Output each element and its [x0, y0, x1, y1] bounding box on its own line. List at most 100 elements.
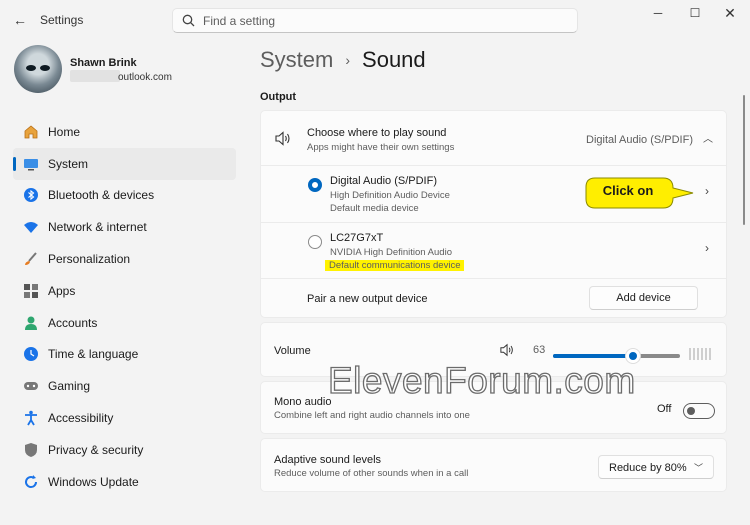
mono-audio-title: Mono audio	[274, 396, 332, 408]
search-icon	[182, 14, 195, 27]
speaker-icon	[275, 131, 290, 146]
meter-bar	[701, 348, 703, 360]
sidebar-item-privacy-security[interactable]: Privacy & security	[13, 434, 236, 466]
user-name: Shawn Brink	[70, 57, 137, 69]
sidebar-item-label: Network & internet	[48, 220, 147, 235]
device-radio-selected[interactable]	[308, 178, 322, 192]
volume-slider[interactable]	[553, 348, 680, 364]
sidebar-item-system[interactable]: System	[13, 147, 236, 180]
sidebar-item-network[interactable]: Network & internet	[13, 211, 236, 243]
device-name: Digital Audio (S/PDIF)	[330, 175, 437, 187]
click-on-callout: Click on	[585, 177, 695, 209]
maximize-icon[interactable]: ☐	[685, 5, 705, 21]
chevron-up-icon[interactable]: ︿	[703, 130, 713, 145]
output-device-row[interactable]: LC27G7xT NVIDIA High Definition Audio De…	[261, 223, 726, 278]
sidebar-item-label: Windows Update	[48, 474, 139, 489]
sidebar-nav: Home System Bluetooth & devices Network …	[13, 116, 236, 498]
sidebar-item-label: Time & language	[48, 347, 139, 362]
mono-audio-subtitle: Combine left and right audio channels in…	[274, 410, 470, 421]
bluetooth-icon	[23, 187, 39, 203]
sidebar-item-gaming[interactable]: Gaming	[13, 370, 236, 402]
sidebar-item-label: Bluetooth & devices	[48, 188, 155, 203]
sidebar-item-accessibility[interactable]: Accessibility	[13, 402, 236, 434]
wifi-icon	[23, 219, 39, 235]
clock-globe-icon	[23, 346, 39, 362]
sidebar-item-bluetooth[interactable]: Bluetooth & devices	[13, 180, 236, 212]
device-name: LC27G7xT	[330, 232, 384, 244]
adaptive-sound-card: Adaptive sound levels Reduce volume of o…	[260, 438, 727, 492]
breadcrumb-root[interactable]: System	[260, 47, 333, 73]
pair-device-label: Pair a new output device	[307, 293, 428, 305]
meter-bar	[697, 348, 699, 360]
search-box[interactable]	[172, 8, 578, 33]
choose-output-title: Choose where to play sound	[307, 127, 447, 139]
meter-bar	[709, 348, 711, 360]
volume-level-meter	[689, 348, 711, 360]
chevron-right-icon[interactable]: ›	[705, 184, 709, 198]
accounts-icon	[23, 315, 39, 331]
mono-audio-state: Off	[657, 403, 672, 415]
volume-label: Volume	[274, 345, 311, 357]
device-role: Default communications device	[325, 260, 465, 271]
search-input[interactable]	[203, 12, 563, 30]
gamepad-icon	[23, 378, 39, 394]
title-bar: ← Settings ─ ☐ ✕	[0, 0, 750, 40]
sidebar-item-label: Accessibility	[48, 411, 114, 426]
choose-output-row[interactable]: Choose where to play sound Apps might ha…	[261, 111, 726, 165]
page-title: Sound	[362, 47, 426, 72]
avatar-eye	[26, 65, 36, 71]
callout-text: Click on	[602, 183, 654, 198]
sidebar-item-personalization[interactable]: Personalization	[13, 243, 236, 275]
sidebar-item-label: Privacy & security	[48, 442, 144, 457]
close-icon[interactable]: ✕	[720, 5, 740, 21]
adaptive-sound-dropdown[interactable]: Reduce by 80% ﹀	[598, 455, 714, 479]
device-description: High Definition Audio Device	[330, 190, 450, 201]
app-title: Settings	[40, 13, 84, 27]
back-arrow-icon[interactable]: ←	[10, 10, 30, 30]
minimize-icon[interactable]: ─	[648, 5, 668, 21]
meter-bar	[693, 348, 695, 360]
sidebar-item-label: Apps	[48, 283, 76, 298]
breadcrumb: System › Sound	[260, 47, 426, 73]
avatar[interactable]	[14, 45, 62, 93]
system-icon	[23, 156, 39, 172]
sidebar-item-home[interactable]: Home	[13, 116, 236, 148]
speaker-icon[interactable]	[500, 343, 515, 357]
volume-value: 63	[533, 344, 546, 356]
add-device-button[interactable]: Add device	[589, 286, 698, 310]
apps-icon	[23, 283, 39, 299]
watermark: ElevenForum.com	[327, 359, 636, 401]
device-radio-unselected[interactable]	[308, 235, 322, 249]
output-card: Choose where to play sound Apps might ha…	[260, 110, 727, 318]
device-description: NVIDIA High Definition Audio	[330, 247, 452, 258]
mono-audio-toggle[interactable]	[683, 403, 715, 419]
meter-bar	[689, 348, 691, 360]
adaptive-sound-title: Adaptive sound levels	[274, 454, 382, 466]
chevron-right-icon[interactable]: ›	[705, 241, 709, 255]
meter-bar	[705, 348, 707, 360]
email-redaction	[70, 70, 120, 82]
sidebar-item-label: Gaming	[48, 379, 91, 394]
volume-slider-fill	[553, 354, 633, 358]
sidebar-item-label: Accounts	[48, 315, 98, 330]
device-role-highlight: Default communications device	[325, 260, 465, 271]
user-email: outlook.com	[118, 72, 172, 83]
chevron-right-icon: ›	[345, 52, 351, 68]
scrollbar[interactable]	[743, 95, 745, 225]
sidebar-item-time-language[interactable]: Time & language	[13, 339, 236, 371]
adaptive-sound-subtitle: Reduce volume of other sounds when in a …	[274, 468, 469, 479]
accessibility-icon	[23, 410, 39, 426]
divider	[261, 278, 726, 279]
avatar-eye	[40, 65, 50, 71]
sidebar-item-label: Home	[48, 124, 81, 139]
current-output-value: Digital Audio (S/PDIF)	[586, 134, 693, 146]
sidebar-item-windows-update[interactable]: Windows Update	[13, 466, 236, 498]
choose-output-subtitle: Apps might have their own settings	[307, 142, 455, 153]
sidebar-item-label: Personalization	[48, 252, 131, 267]
dropdown-value: Reduce by 80%	[609, 462, 687, 474]
output-section-title: Output	[260, 91, 297, 103]
shield-icon	[23, 442, 39, 458]
sidebar-item-accounts[interactable]: Accounts	[13, 307, 236, 339]
sidebar-item-apps[interactable]: Apps	[13, 275, 236, 307]
device-role: Default media device	[330, 203, 419, 214]
